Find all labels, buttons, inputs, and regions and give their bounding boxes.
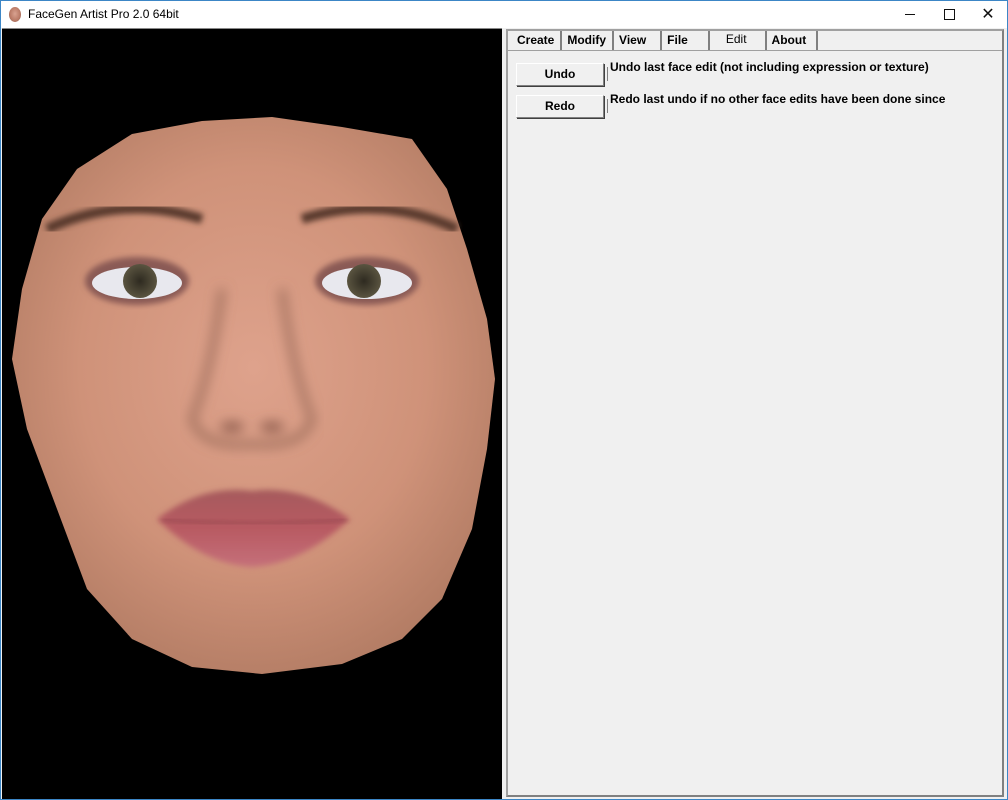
- face-render[interactable]: [2, 29, 502, 799]
- right-eye: [315, 257, 419, 305]
- app-window: FaceGen Artist Pro 2.0 64bit ✕ Create Mo…: [0, 0, 1008, 800]
- edit-panel: Create Modify View File Edit About Undo …: [506, 29, 1004, 797]
- minimize-icon: [905, 14, 915, 15]
- face-icon: [9, 7, 21, 22]
- close-icon: ✕: [981, 5, 995, 23]
- left-eye: [85, 257, 189, 305]
- face-shape: [12, 117, 495, 674]
- redo-description: Redo last undo if no other face edits ha…: [610, 92, 946, 106]
- tab-edit[interactable]: Edit: [709, 31, 765, 50]
- tab-view[interactable]: View: [614, 31, 663, 50]
- title-bar[interactable]: FaceGen Artist Pro 2.0 64bit ✕: [1, 1, 1007, 28]
- undo-description: Undo last face edit (not including expre…: [610, 60, 929, 74]
- maximize-button[interactable]: [930, 1, 968, 28]
- face-viewport[interactable]: [2, 28, 502, 799]
- tab-about[interactable]: About: [764, 31, 819, 50]
- tab-divider: [508, 50, 1002, 51]
- tab-modify[interactable]: Modify: [562, 31, 615, 50]
- undo-button[interactable]: Undo: [516, 63, 604, 86]
- window-title: FaceGen Artist Pro 2.0 64bit: [28, 7, 179, 21]
- maximize-icon: [943, 9, 955, 20]
- separator: [607, 99, 608, 113]
- tab-create[interactable]: Create: [512, 31, 563, 50]
- tab-file[interactable]: File: [662, 31, 710, 50]
- close-button[interactable]: ✕: [969, 1, 1007, 28]
- separator: [607, 67, 608, 81]
- redo-button[interactable]: Redo: [516, 95, 604, 118]
- minimize-button[interactable]: [891, 1, 929, 28]
- tab-bar: Create Modify View File Edit About: [512, 31, 819, 51]
